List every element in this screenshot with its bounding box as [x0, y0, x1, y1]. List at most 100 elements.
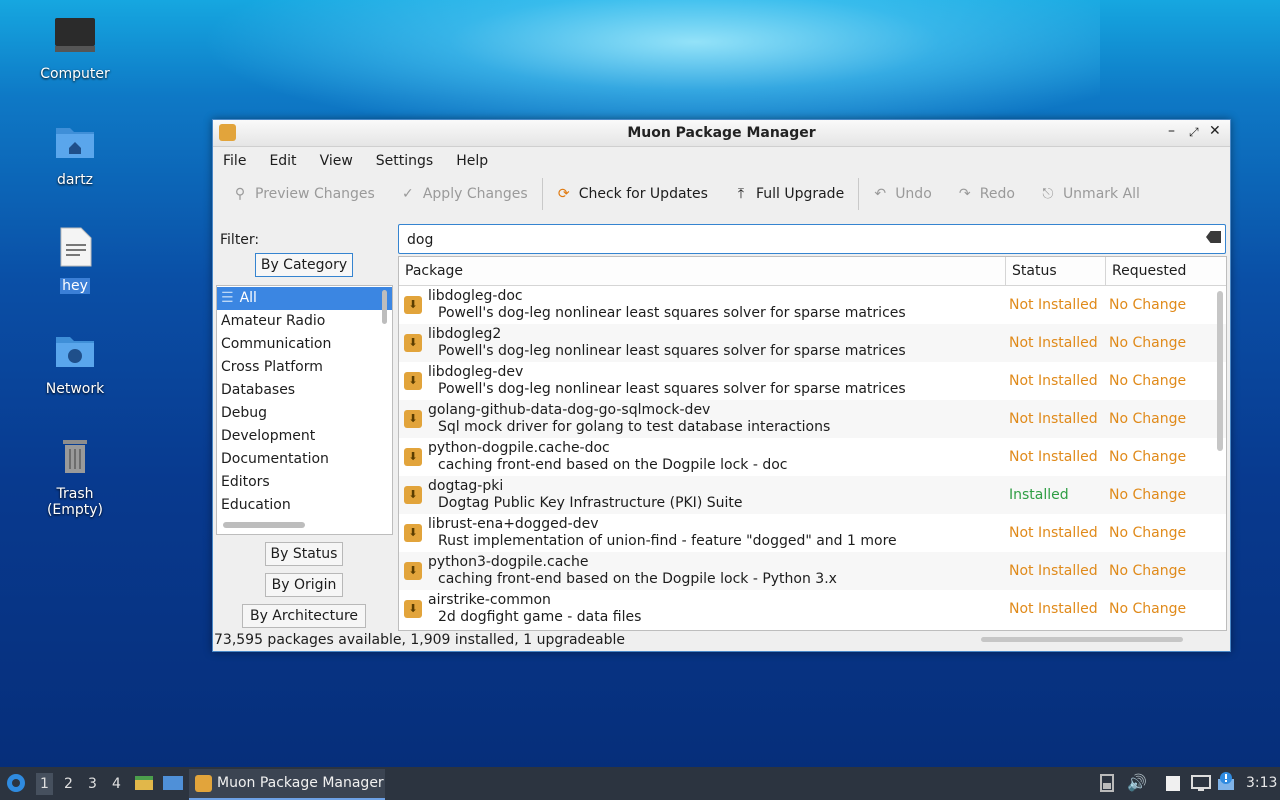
clock[interactable]: 3:13: [1246, 775, 1277, 791]
menu-edit[interactable]: Edit: [269, 153, 296, 169]
package-vscrollbar[interactable]: [1217, 291, 1223, 451]
workspace-4[interactable]: 4: [112, 776, 121, 792]
full-upgrade-button[interactable]: ⤒ Full Upgrade: [732, 186, 844, 202]
package-status: Not Installed: [1009, 563, 1098, 579]
show-desktop-icon[interactable]: [162, 775, 184, 791]
taskbar-window-button[interactable]: Muon Package Manager: [189, 769, 385, 800]
desktop-icon-trash[interactable]: Trash (Empty): [25, 436, 125, 518]
start-menu-icon[interactable]: [6, 773, 26, 793]
category-item[interactable]: Development: [217, 425, 392, 448]
table-row[interactable]: ⬇ libdogleg-doc Powell's dog-leg nonlinear…: [399, 286, 1226, 324]
package-icon: ⬇: [404, 600, 422, 618]
clear-search-icon[interactable]: [1206, 231, 1221, 243]
package-hscrollbar[interactable]: [981, 637, 1183, 642]
close-icon[interactable]: ✕: [1209, 123, 1221, 139]
clipboard-icon[interactable]: [1164, 774, 1182, 792]
package-desc: Dogtag Public Key Infrastructure (PKI) S…: [438, 495, 743, 511]
category-list: ☰ All Amateur Radio Communication Cross P…: [216, 285, 393, 535]
refresh-icon: ⟳: [557, 186, 570, 202]
column-package[interactable]: Package: [399, 257, 1006, 285]
update-notifier-icon[interactable]: [1217, 771, 1237, 793]
undo-button[interactable]: ↶ Undo: [871, 186, 932, 202]
network-icon[interactable]: [1191, 774, 1211, 792]
desktop-icon-label: Trash (Empty): [46, 486, 104, 518]
status-bar: 73,595 packages available, 1,909 install…: [214, 632, 626, 648]
package-desc: Sql mock driver for golang to test datab…: [438, 419, 831, 435]
package-requested: No Change: [1109, 487, 1187, 503]
redo-button[interactable]: ↷ Redo: [956, 186, 1015, 202]
desktop-icon-text-file[interactable]: hey: [25, 226, 125, 294]
package-requested: No Change: [1109, 411, 1187, 427]
desktop-icon-label: Computer: [40, 66, 110, 82]
tab-by-category[interactable]: By Category: [255, 253, 353, 277]
category-item[interactable]: Communication: [217, 333, 392, 356]
desktop-icon-network[interactable]: Network: [25, 331, 125, 397]
list-icon: ☰: [221, 290, 234, 306]
category-item[interactable]: Amateur Radio: [217, 310, 392, 333]
volume-icon[interactable]: 🔊: [1127, 773, 1147, 792]
package-status: Not Installed: [1009, 411, 1098, 427]
tab-by-status[interactable]: By Status: [265, 542, 343, 566]
minimize-icon[interactable]: –: [1168, 123, 1175, 139]
workspace-3[interactable]: 3: [88, 776, 97, 792]
titlebar[interactable]: Muon Package Manager – ⤢ ✕: [213, 120, 1230, 147]
category-item[interactable]: Documentation: [217, 448, 392, 471]
text-file-icon: [60, 227, 92, 267]
workspace-2[interactable]: 2: [64, 776, 73, 792]
table-row[interactable]: ⬇ python-dogpile.cache-doc caching front-e…: [399, 438, 1226, 476]
search-field[interactable]: [398, 224, 1226, 254]
package-desc: Powell's dog-leg nonlinear least squares…: [438, 305, 906, 321]
category-item[interactable]: Editors: [217, 471, 392, 494]
apply-changes-button[interactable]: ✓ Apply Changes: [399, 186, 528, 202]
unmark-all-label: Unmark All: [1062, 186, 1140, 202]
apply-changes-label: Apply Changes: [422, 186, 528, 202]
file-manager-icon[interactable]: [134, 774, 154, 792]
package-requested: No Change: [1109, 297, 1187, 313]
package-status: Not Installed: [1009, 525, 1098, 541]
desktop-icon-label: Network: [45, 381, 105, 397]
tab-by-architecture[interactable]: By Architecture: [242, 604, 366, 628]
menu-view[interactable]: View: [320, 153, 353, 169]
package-name: libdogleg-dev: [428, 364, 524, 380]
category-vscrollbar[interactable]: [382, 290, 387, 324]
menu-settings[interactable]: Settings: [376, 153, 433, 169]
category-item-all[interactable]: ☰ All: [217, 287, 392, 310]
maximize-icon[interactable]: ⤢: [1189, 125, 1199, 140]
category-hscrollbar[interactable]: [223, 522, 305, 528]
category-item[interactable]: Cross Platform: [217, 356, 392, 379]
menu-file[interactable]: File: [223, 153, 246, 169]
undo-label: Undo: [895, 186, 932, 202]
category-label: All: [239, 290, 257, 306]
table-row[interactable]: ⬇ dogtag-pki Dogtag Public Key Infrastruct…: [399, 476, 1226, 514]
category-item[interactable]: Education: [217, 494, 392, 515]
desktop-icon-label: hey: [60, 278, 90, 294]
package-status: Not Installed: [1009, 601, 1098, 617]
column-requested[interactable]: Requested: [1106, 257, 1206, 285]
battery-icon[interactable]: [1100, 774, 1114, 792]
column-status[interactable]: Status: [1006, 257, 1106, 285]
check-for-updates-button[interactable]: ⟳ Check for Updates: [555, 186, 708, 202]
workspace-1[interactable]: 1: [36, 773, 53, 795]
preview-changes-button[interactable]: ⚲ Preview Changes: [231, 186, 375, 202]
tab-by-origin[interactable]: By Origin: [265, 573, 343, 597]
category-item[interactable]: Debug: [217, 402, 392, 425]
table-row[interactable]: ⬇ airstrike-common 2d dogfight game - data…: [399, 590, 1226, 628]
table-row[interactable]: ⬇ libdogleg-dev Powell's dog-leg nonlinear…: [399, 362, 1226, 400]
menubar: File Edit View Settings Help: [213, 147, 1230, 175]
search-input[interactable]: [405, 231, 1189, 249]
desktop-icon-home-folder[interactable]: dartz: [25, 122, 125, 188]
package-name: libdogleg2: [428, 326, 502, 342]
table-row[interactable]: ⬇ libdogleg2 Powell's dog-leg nonlinear le…: [399, 324, 1226, 362]
table-row[interactable]: ⬇ python3-dogpile.cache caching front-end …: [399, 552, 1226, 590]
category-item[interactable]: Databases: [217, 379, 392, 402]
unmark-all-button[interactable]: ⎋ Unmark All: [1039, 186, 1140, 202]
table-row[interactable]: ⬇ golang-github-data-dog-go-sqlmock-dev Sq…: [399, 400, 1226, 438]
table-row[interactable]: ⬇ librust-ena+dogged-dev Rust implementati…: [399, 514, 1226, 552]
package-desc: 2d dogfight game - data files: [438, 609, 642, 625]
table-header: Package Status Requested: [399, 257, 1226, 286]
menu-help[interactable]: Help: [456, 153, 488, 169]
desktop-icon-computer[interactable]: Computer: [25, 16, 125, 82]
package-status: Not Installed: [1009, 449, 1098, 465]
taskbar: 1 2 3 4 Muon Package Manager 🔊 3:13: [0, 767, 1280, 800]
package-icon: ⬇: [404, 524, 422, 542]
